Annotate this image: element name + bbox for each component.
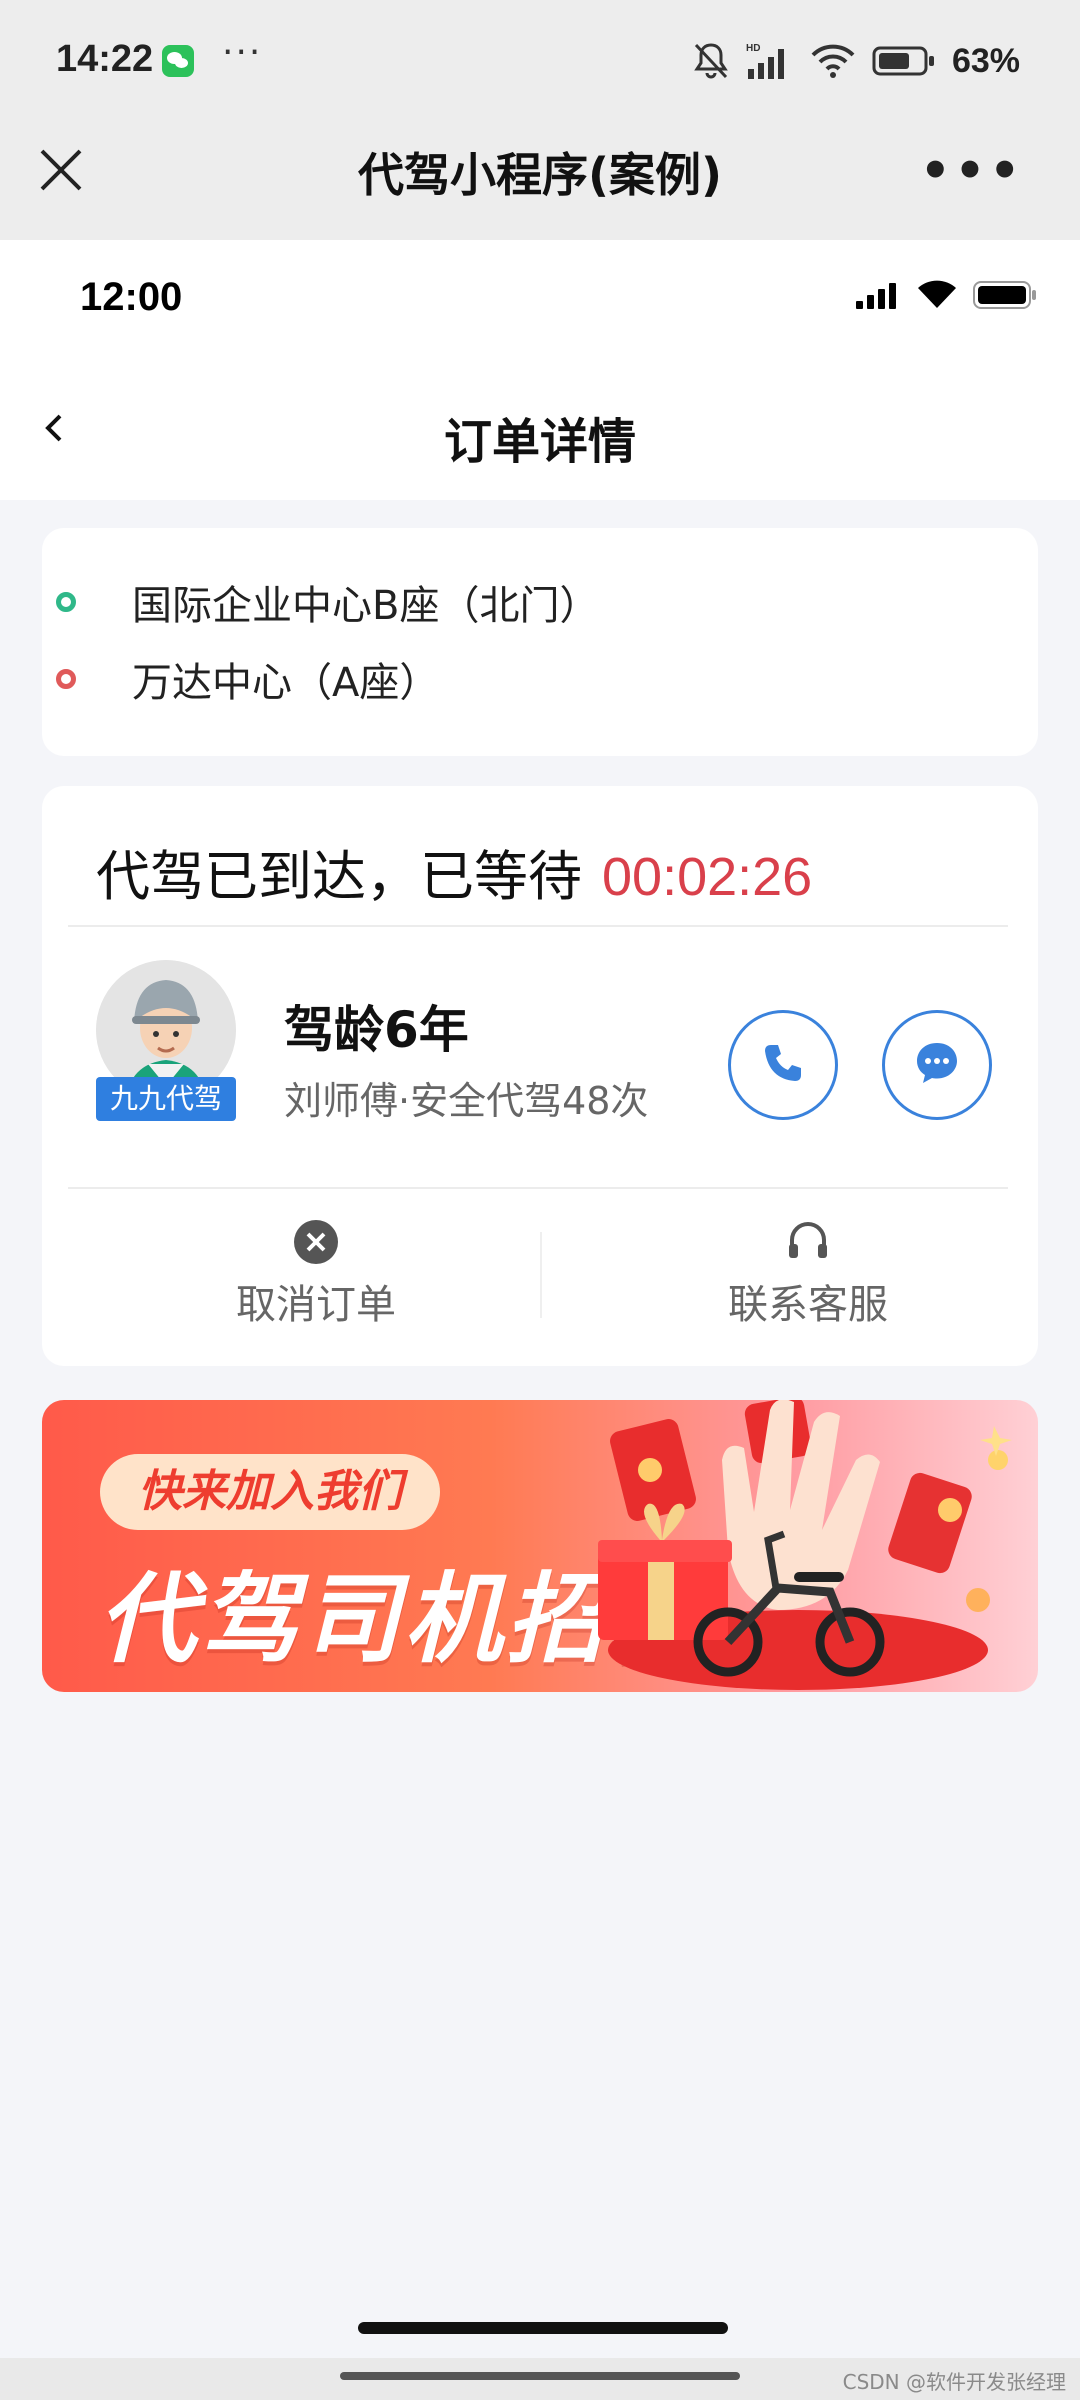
message-driver-button[interactable] xyxy=(882,1010,992,1120)
banner-pill: 快来加入我们 xyxy=(100,1454,440,1530)
divider xyxy=(68,925,1008,927)
page-header: 12:00 订单详情 xyxy=(0,240,1080,500)
start-point-icon xyxy=(56,592,76,612)
more-menu-button[interactable]: ••• xyxy=(920,143,1024,199)
wifi-icon xyxy=(810,43,856,79)
end-point-icon xyxy=(56,669,76,689)
battery-icon xyxy=(972,280,1038,314)
wait-timer: 00:02:26 xyxy=(602,847,813,907)
cellular-signal-icon xyxy=(854,281,902,313)
end-address: 万达中心（A座） xyxy=(132,660,440,706)
wifi-icon xyxy=(916,280,958,314)
route-card xyxy=(42,528,1038,756)
system-time: 14:22 xyxy=(56,38,154,80)
mini-program-nav-bar: 代驾小程序(案例) ••• xyxy=(0,125,1080,240)
phone-icon xyxy=(759,1039,807,1091)
system-status-icons: HD 63% xyxy=(692,36,1020,86)
contact-support-button[interactable]: 联系客服 xyxy=(658,1218,958,1330)
inner-status-icons xyxy=(854,280,1038,314)
system-status-bar: 14:22 ··· HD 63% xyxy=(0,0,1080,125)
cancel-order-label: 取消订单 xyxy=(236,1282,396,1328)
battery-icon xyxy=(872,44,936,78)
gesture-handle xyxy=(340,2372,740,2380)
bell-muted-icon xyxy=(692,41,730,81)
cancel-order-button[interactable]: 取消订单 xyxy=(166,1218,466,1330)
driver-arrival-status: 代驾已到达，已等待 00:02:26 xyxy=(96,832,812,911)
cellular-signal-icon: HD xyxy=(746,41,794,81)
headset-icon xyxy=(784,1218,832,1266)
inner-status-time: 12:00 xyxy=(80,275,183,319)
driver-info: 刘师傅·安全代驾48次 xyxy=(284,1079,649,1123)
end-address-row: 万达中心（A座） xyxy=(56,650,439,708)
more-notifications-indicator: ··· xyxy=(222,32,263,73)
driver-recruitment-banner[interactable]: 快来加入我们 代驾司机招募 xyxy=(42,1400,1038,1692)
avatar-brand-tag: 九九代驾 xyxy=(96,1077,236,1121)
watermark: CSDN @软件开发张经理 xyxy=(842,2370,1066,2394)
close-circle-icon xyxy=(292,1218,340,1266)
chat-bubble-icon xyxy=(911,1037,963,1093)
home-indicator xyxy=(358,2322,728,2334)
status-text: 代驾已到达，已等待 xyxy=(96,845,582,908)
mini-program-title: 代驾小程序(案例) xyxy=(357,148,723,202)
page-title: 订单详情 xyxy=(443,414,636,470)
battery-percent: 63% xyxy=(951,41,1020,80)
call-driver-button[interactable] xyxy=(728,1010,838,1120)
contact-support-label: 联系客服 xyxy=(728,1282,888,1328)
svg-text:HD: HD xyxy=(746,43,760,54)
divider xyxy=(68,1187,1008,1189)
gift-and-bike-illustration xyxy=(598,1400,1012,1690)
start-address-row: 国际企业中心B座（北门） xyxy=(56,573,599,631)
wechat-notification-icon xyxy=(162,45,194,77)
vertical-divider xyxy=(540,1232,542,1318)
driver-experience: 驾龄6年 xyxy=(284,1001,469,1059)
start-address: 国际企业中心B座（北门） xyxy=(132,583,600,629)
